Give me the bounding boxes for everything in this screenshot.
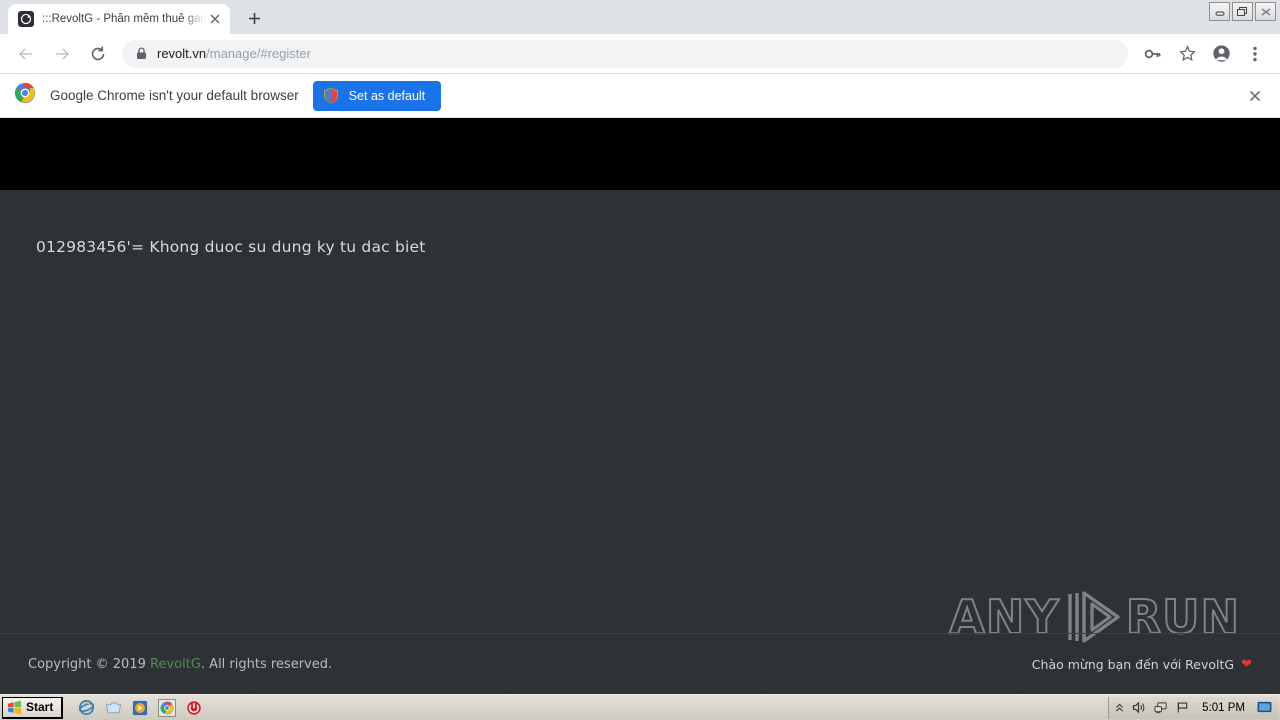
welcome-message: Chào mừng bạn đến với RevoltG ❤: [1032, 657, 1252, 672]
page-viewport: 012983456'= Khong duoc su dung ky tu dac…: [0, 118, 1280, 694]
close-icon[interactable]: [1255, 2, 1276, 21]
address-bar[interactable]: revolt.vn/manage/#register: [122, 39, 1128, 68]
reload-icon[interactable]: [84, 40, 112, 68]
start-label: Start: [26, 700, 54, 714]
default-browser-infobar: Google Chrome isn't your default browser…: [0, 74, 1280, 118]
set-as-default-label: Set as default: [348, 88, 426, 103]
address-bar-url: revolt.vn/manage/#register: [157, 46, 311, 61]
set-as-default-button[interactable]: Set as default: [312, 80, 442, 111]
shield-icon: [323, 87, 339, 104]
infobar-message: Google Chrome isn't your default browser: [50, 88, 299, 103]
tray-clock[interactable]: 5:01 PM: [1202, 702, 1245, 714]
copyright-text: Copyright © 2019 RevoltG. All rights res…: [28, 657, 332, 672]
shutdown-icon[interactable]: [185, 699, 203, 717]
key-icon[interactable]: [1139, 40, 1167, 68]
footer-brand-link[interactable]: RevoltG: [150, 657, 201, 672]
chrome-browser-window: :::RevoltG - Phần mềm thuê game b: [0, 0, 1280, 694]
quick-launch-bar: [71, 698, 209, 717]
url-path: /manage/#register: [206, 46, 311, 61]
account-avatar-icon[interactable]: [1207, 40, 1235, 68]
display-icon[interactable]: [1257, 701, 1272, 714]
new-tab-button[interactable]: [240, 4, 268, 32]
copyright-suffix: . All rights reserved.: [200, 656, 333, 672]
chrome-taskbar-icon[interactable]: [158, 698, 177, 717]
volume-icon[interactable]: [1132, 701, 1146, 714]
browser-tab[interactable]: :::RevoltG - Phần mềm thuê game b: [8, 4, 230, 34]
start-button[interactable]: Start: [2, 696, 64, 719]
url-host: revolt.vn: [157, 46, 207, 61]
tab-title: :::RevoltG - Phần mềm thuê game b: [42, 13, 206, 25]
validation-message: 012983456'= Khong duoc su dung ky tu dac…: [36, 238, 426, 256]
welcome-text: Chào mừng bạn đến với RevoltG: [1031, 656, 1235, 672]
window-controls: [1209, 2, 1276, 21]
lock-icon: [136, 47, 147, 60]
network-icon[interactable]: [1154, 701, 1168, 714]
forward-arrow-icon[interactable]: [48, 40, 76, 68]
tab-close-icon[interactable]: [206, 10, 224, 28]
browser-toolbar: revolt.vn/manage/#register: [0, 34, 1280, 74]
security-flag-icon[interactable]: [1176, 701, 1190, 714]
windows-flag-icon: [7, 700, 22, 714]
tab-strip: :::RevoltG - Phần mềm thuê game b: [0, 0, 1280, 34]
windows-taskbar: Start 5:01 PM: [0, 694, 1280, 720]
back-arrow-icon[interactable]: [12, 40, 40, 68]
heart-icon: ❤: [1241, 656, 1252, 672]
system-tray: 5:01 PM: [1108, 696, 1278, 719]
internet-explorer-icon[interactable]: [77, 699, 95, 717]
minimize-icon[interactable]: [1209, 2, 1230, 21]
media-player-icon[interactable]: [131, 699, 149, 717]
page-top-banner: [0, 118, 1280, 190]
restore-icon[interactable]: [1232, 2, 1253, 21]
tray-expand-icon[interactable]: [1115, 702, 1124, 714]
page-footer: Copyright © 2019 RevoltG. All rights res…: [0, 633, 1280, 694]
copyright-prefix: Copyright © 2019: [28, 656, 151, 672]
show-desktop-icon[interactable]: [104, 699, 122, 717]
star-icon[interactable]: [1173, 40, 1201, 68]
infobar-close-icon[interactable]: [1242, 83, 1268, 109]
chrome-logo-icon: [14, 82, 36, 109]
revoltg-favicon: [18, 11, 34, 27]
three-dot-menu-icon[interactable]: [1241, 40, 1269, 68]
